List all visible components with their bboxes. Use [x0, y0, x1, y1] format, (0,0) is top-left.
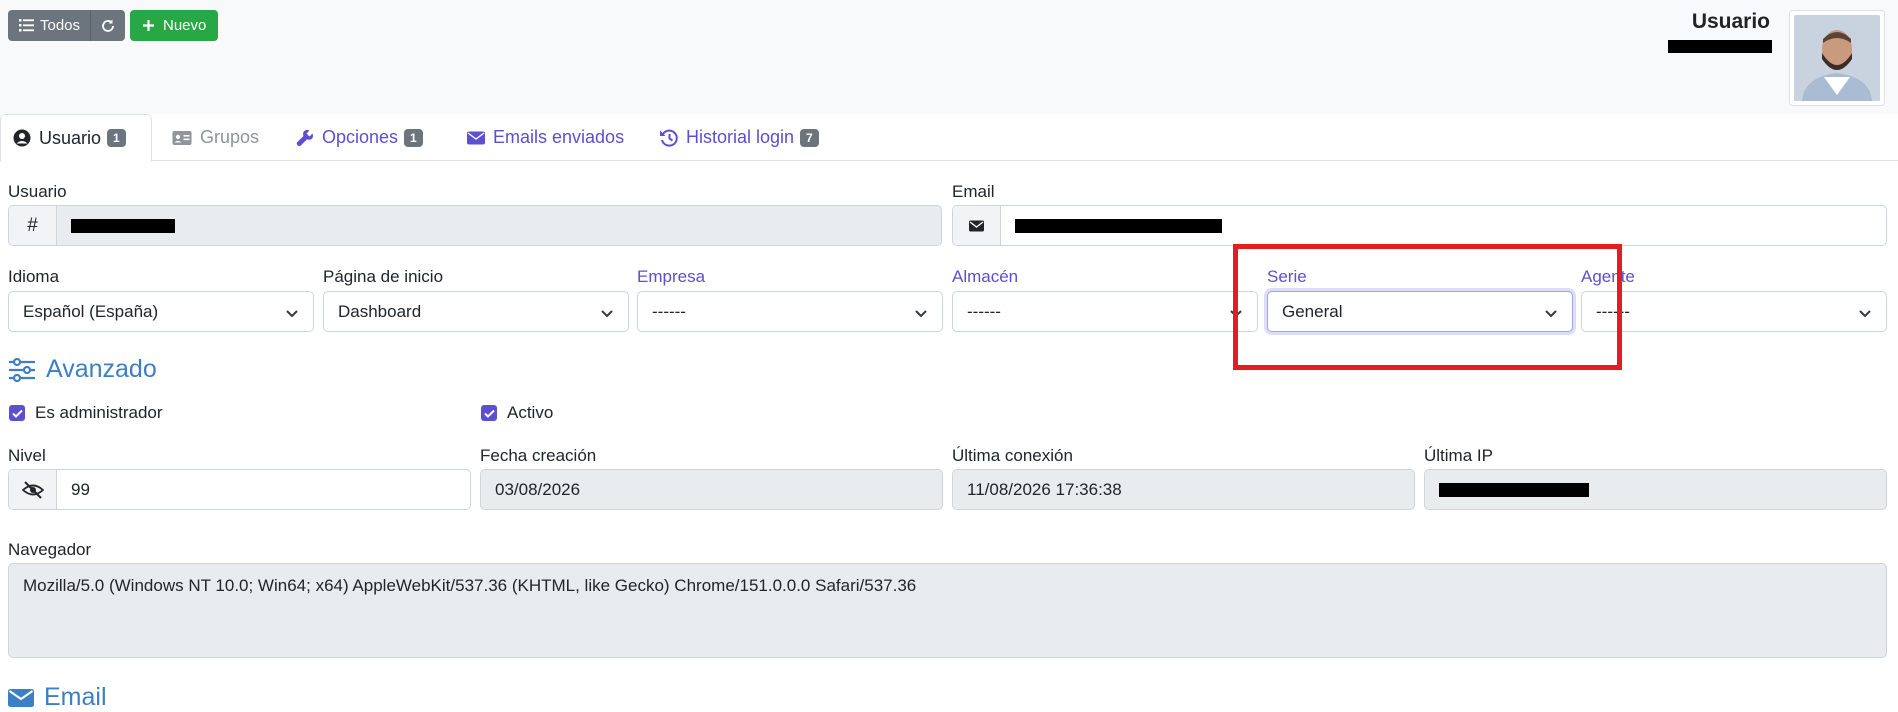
navegador-textarea[interactable]: Mozilla/5.0 (Windows NT 10.0; Win64; x64…	[8, 563, 1887, 658]
tab-opciones-label: Opciones	[322, 127, 399, 147]
navegador-value: Mozilla/5.0 (Windows NT 10.0; Win64; x64…	[23, 576, 917, 595]
checkbox-checked-icon	[9, 405, 25, 421]
refresh-icon	[101, 19, 115, 33]
tab-historial-login-label: Historial login	[686, 127, 795, 147]
activo-label: Activo	[507, 403, 554, 422]
history-icon	[659, 129, 678, 147]
checkbox-checked-icon	[481, 405, 497, 421]
agente-select[interactable]: ------	[1581, 291, 1887, 332]
nivel-field[interactable]: 99	[8, 469, 471, 510]
section-avanzado-title: Avanzado	[46, 355, 157, 383]
fecha-creacion-value: 03/08/2026	[495, 479, 581, 499]
chevron-down-icon	[285, 305, 299, 325]
page-user-title: Usuario	[1691, 10, 1770, 33]
tab-emails-enviados-label: Emails enviados	[493, 127, 625, 147]
eye-slash-icon	[9, 470, 57, 509]
redacted-ip-value	[1439, 482, 1589, 497]
usuario-field-label: Usuario	[8, 182, 67, 201]
pagina-inicio-value: Dashboard	[338, 301, 422, 321]
chevron-down-icon	[914, 305, 928, 325]
tab-opciones-badge: 1	[404, 128, 423, 147]
es-administrador-label: Es administrador	[35, 403, 163, 422]
empresa-label[interactable]: Empresa	[637, 267, 705, 287]
nuevo-label: Nuevo	[163, 17, 207, 34]
tab-emails-enviados[interactable]: Emails enviados	[455, 114, 636, 161]
section-avanzado: Avanzado	[8, 355, 157, 384]
redacted-email-value	[1015, 218, 1222, 233]
navegador-label: Navegador	[8, 540, 92, 559]
es-administrador-checkbox[interactable]: Es administrador	[9, 403, 163, 423]
hash-icon: #	[9, 206, 57, 245]
idioma-label: Idioma	[8, 267, 60, 286]
top-bar: Todos Nuevo Usuario	[0, 0, 1898, 114]
todos-button[interactable]: Todos	[8, 10, 90, 41]
idioma-value: Español (España)	[23, 301, 159, 321]
tab-bar: Usuario 1 Grupos Opciones 1 Emails envia…	[0, 114, 1898, 162]
tab-grupos[interactable]: Grupos	[160, 114, 271, 161]
tab-usuario-label: Usuario	[39, 127, 102, 148]
plus-icon	[142, 19, 155, 32]
empresa-value: ------	[652, 301, 686, 321]
almacen-value: ------	[967, 301, 1001, 321]
almacen-select[interactable]: ------	[952, 291, 1258, 332]
fecha-creacion-label: Fecha creación	[480, 446, 597, 465]
highlight-box	[1233, 244, 1622, 370]
sliders-icon	[8, 357, 36, 382]
avatar[interactable]	[1789, 10, 1885, 106]
activo-checkbox[interactable]: Activo	[481, 403, 553, 423]
pagina-inicio-label: Página de inicio	[323, 267, 444, 286]
envelope-icon	[953, 206, 1001, 245]
envelope-icon	[467, 131, 485, 145]
envelope-icon	[8, 688, 34, 708]
pagina-inicio-select[interactable]: Dashboard	[323, 291, 629, 332]
empresa-select[interactable]: ------	[637, 291, 943, 332]
ultima-ip-label: Última IP	[1424, 446, 1493, 465]
tab-historial-login-badge: 7	[800, 128, 819, 147]
redacted-usuario-value	[71, 218, 175, 233]
refresh-button[interactable]	[91, 10, 125, 41]
email-field[interactable]	[952, 205, 1887, 246]
user-circle-icon	[13, 129, 31, 147]
id-card-icon	[172, 130, 192, 146]
ultima-ip-field	[1424, 469, 1887, 510]
chevron-down-icon	[600, 305, 614, 325]
ultima-conexion-value: 11/08/2026 17:36:38	[967, 479, 1122, 499]
idioma-select[interactable]: Español (España)	[8, 291, 314, 332]
ultima-conexion-label: Última conexión	[952, 446, 1073, 465]
chevron-down-icon	[1858, 305, 1872, 325]
tab-usuario-badge: 1	[107, 129, 126, 147]
tab-opciones[interactable]: Opciones 1	[284, 114, 435, 161]
nivel-label: Nivel	[8, 446, 46, 465]
redacted-username	[1668, 40, 1772, 53]
ultima-conexion-field: 11/08/2026 17:36:38	[952, 469, 1415, 510]
tab-grupos-label: Grupos	[200, 127, 260, 147]
list-icon	[19, 19, 34, 32]
avatar-photo	[1794, 15, 1880, 101]
nuevo-button[interactable]: Nuevo	[130, 10, 218, 41]
fecha-creacion-field: 03/08/2026	[480, 469, 943, 510]
usuario-field[interactable]: #	[8, 205, 942, 246]
nivel-value: 99	[71, 479, 90, 499]
todos-label: Todos	[40, 17, 81, 34]
email-field-label: Email	[952, 182, 995, 201]
tab-historial-login[interactable]: Historial login 7	[647, 114, 831, 161]
almacen-label[interactable]: Almacén	[952, 267, 1018, 287]
tab-usuario[interactable]: Usuario 1	[0, 114, 152, 162]
wrench-icon	[296, 129, 314, 147]
todos-button-group: Todos	[8, 10, 125, 41]
